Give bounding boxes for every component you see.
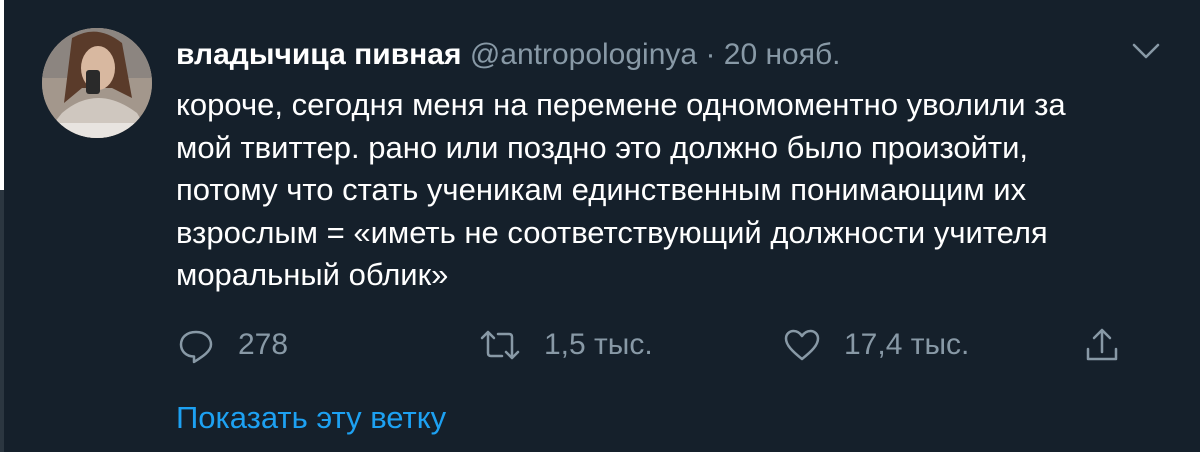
reply-button[interactable]: 278 xyxy=(176,320,288,370)
tweet-date[interactable]: 20 нояб. xyxy=(724,38,841,71)
reply-count: 278 xyxy=(238,328,289,361)
retweet-icon xyxy=(478,325,522,365)
share-icon xyxy=(1082,325,1122,365)
author-name[interactable]: владычица пивная xyxy=(176,38,461,71)
avatar[interactable] xyxy=(42,28,152,138)
like-count: 17,4 тыс. xyxy=(844,328,970,361)
tweet-text-line: мой твиттер. рано или поздно это должно … xyxy=(176,129,1029,165)
tweet-card[interactable]: владычица пивная @antropologinya · 20 но… xyxy=(0,0,1200,452)
tweet-text-line: взрослым = «иметь не соответствующий дол… xyxy=(176,214,1048,250)
share-button[interactable] xyxy=(1082,320,1122,370)
separator-dot: · xyxy=(705,38,716,71)
tweet-text-line: короче, сегодня меня на перемене одномом… xyxy=(176,87,1066,122)
tweet-header: владычица пивная @antropologinya · 20 но… xyxy=(176,38,841,72)
retweet-count: 1,5 тыс. xyxy=(544,328,653,361)
chevron-down-icon[interactable] xyxy=(1126,36,1166,66)
left-edge-divider xyxy=(0,190,4,452)
speech-bubble-icon xyxy=(176,325,216,365)
left-edge-highlight xyxy=(0,0,4,190)
tweet-text: короче, сегодня меня на перемене одномом… xyxy=(176,84,1166,297)
show-thread-link[interactable]: Показать эту ветку xyxy=(176,400,446,436)
tweet-text-line: потому что стать ученикам единственным п… xyxy=(176,172,1027,207)
tweet-actions: 278 1,5 тыс. 17,4 тыс. xyxy=(176,320,1136,370)
retweet-button[interactable]: 1,5 тыс. xyxy=(478,320,653,370)
tweet-text-line: моральный облик» xyxy=(176,257,449,292)
heart-icon xyxy=(782,325,822,365)
author-handle[interactable]: @antropologinya xyxy=(470,38,697,71)
like-button[interactable]: 17,4 тыс. xyxy=(782,320,969,370)
